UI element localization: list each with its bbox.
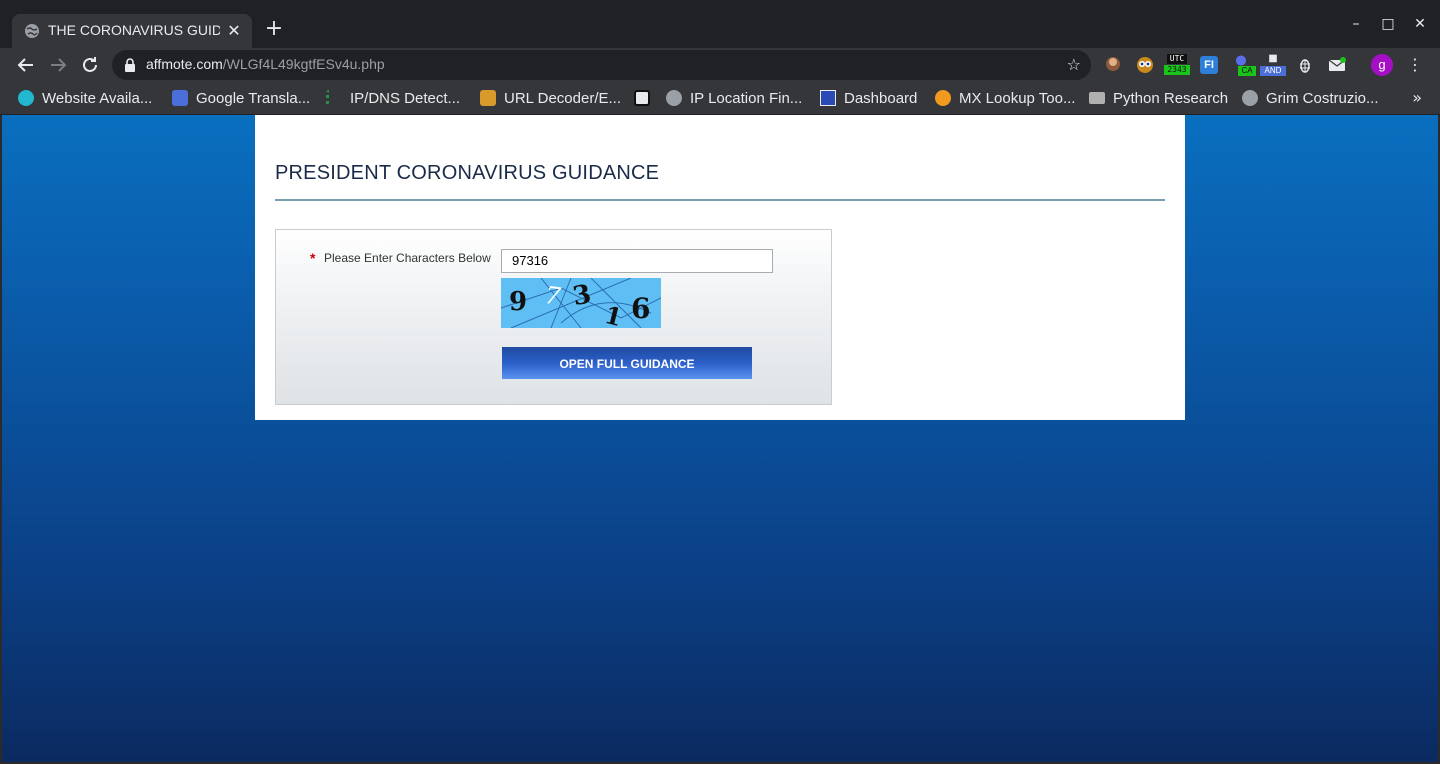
captcha-input[interactable]: 97316 (501, 249, 773, 273)
reload-icon[interactable] (78, 53, 102, 77)
extension-and-icon[interactable]: AND (1260, 54, 1286, 76)
bookmark-label: URL Decoder/E... (504, 89, 621, 107)
bookmarks-overflow-chevron-icon[interactable]: » (1412, 88, 1422, 107)
archive-building-icon (634, 90, 650, 106)
bookmark-ip-location-finder[interactable]: IP Location Fin... (666, 88, 802, 108)
tab-title: THE CORONAVIRUS GUIDANCE (48, 22, 220, 38)
bookmark-label: Website Availa... (42, 89, 153, 107)
folder-icon (1089, 92, 1105, 104)
page-title: PRESIDENT CORONAVIRUS GUIDANCE (275, 162, 660, 184)
extension-ca-icon[interactable]: CA (1230, 54, 1256, 76)
url-host: affmote.com (146, 56, 223, 72)
url-path: /WLGf4L49kgtfESv4u.php (222, 56, 385, 72)
browser-window: THE CORONAVIRUS GUIDANCE ✕ + – □ ✕ affmo… (0, 0, 1440, 764)
bookmark-google-translate[interactable]: Google Transla... (172, 88, 310, 108)
bookmark-folder-python-research[interactable]: Python Research (1089, 88, 1228, 108)
extension-mail-icon[interactable] (1326, 54, 1348, 76)
tiger-icon (480, 90, 496, 106)
utc-time: 2343 (1164, 65, 1190, 75)
bookmark-ip-dns-detect[interactable]: IP/DNS Detect... (326, 88, 460, 108)
menu-dots-icon[interactable]: ⋮ (1404, 54, 1426, 76)
page-viewport: PRESIDENT CORONAVIRUS GUIDANCE * Please … (2, 115, 1438, 762)
bookmark-star-icon[interactable]: ☆ (1067, 55, 1081, 74)
captcha-char: 9 (509, 287, 527, 317)
open-full-guidance-button[interactable]: OPEN FULL GUIDANCE (502, 347, 752, 379)
ca-badge: CA (1238, 66, 1256, 76)
captcha-char: 1 (602, 300, 625, 328)
forward-arrow-icon[interactable] (46, 53, 70, 77)
content-panel: PRESIDENT CORONAVIRUS GUIDANCE * Please … (255, 115, 1185, 420)
new-tab-button[interactable]: + (262, 18, 286, 42)
profile-initial: g (1371, 54, 1393, 76)
close-tab-icon[interactable]: ✕ (224, 21, 244, 41)
url-text[interactable]: affmote.com/WLGf4L49kgtfESv4u.php (146, 56, 385, 72)
title-divider (275, 199, 1165, 201)
tab-strip: THE CORONAVIRUS GUIDANCE ✕ + – □ ✕ (0, 0, 1440, 48)
captcha-form: * Please Enter Characters Below 97316 9 … (275, 229, 832, 405)
extension-bug-icon[interactable] (1294, 54, 1316, 76)
captcha-image: 9 7 3 1 6 (501, 278, 661, 328)
utc-label: UTC (1167, 54, 1187, 64)
bookmark-label: Grim Costruzio... (1266, 89, 1379, 107)
captcha-char: 6 (631, 292, 650, 325)
bookmark-label: Google Transla... (196, 89, 311, 107)
close-window-button[interactable]: ✕ (1406, 12, 1434, 36)
fi-label: FI (1200, 56, 1218, 74)
back-arrow-icon[interactable] (14, 53, 38, 77)
captcha-label: Please Enter Characters Below (324, 251, 491, 265)
bookmark-label: Dashboard (844, 89, 918, 107)
address-bar[interactable]: affmote.com/WLGf4L49kgtfESv4u.php ☆ (112, 50, 1091, 80)
extension-utc-clock-icon[interactable]: UTC 2343 (1164, 54, 1190, 76)
bookmark-label: MX Lookup Too... (959, 89, 1076, 107)
profile-avatar[interactable]: g (1371, 54, 1393, 76)
browser-tab[interactable]: THE CORONAVIRUS GUIDANCE ✕ (12, 14, 252, 48)
browser-toolbar: affmote.com/WLGf4L49kgtfESv4u.php ☆ UTC … (0, 48, 1440, 82)
dashboard-icon (820, 90, 836, 106)
mx-lookup-icon (935, 90, 951, 106)
bookmark-label: IP/DNS Detect... (350, 89, 461, 107)
bookmark-mx-lookup[interactable]: MX Lookup Too... (935, 88, 1075, 108)
bookmark-dashboard[interactable]: Dashboard (820, 88, 917, 108)
bookmarks-bar: Website Availa... Google Transla... IP/D… (0, 82, 1440, 115)
bookmark-label: Python Research (1113, 89, 1229, 107)
bookmark-favicon-icon (326, 90, 342, 106)
bookmark-label: IP Location Fin... (690, 89, 803, 107)
maximize-button[interactable]: □ (1374, 12, 1402, 36)
and-badge: AND (1260, 66, 1286, 76)
translate-icon (172, 90, 188, 106)
window-border-left (0, 115, 2, 764)
lock-icon[interactable] (124, 58, 136, 72)
globe-icon (25, 24, 39, 38)
globe-icon (666, 90, 682, 106)
bookmark-url-decoder[interactable]: URL Decoder/E... (480, 88, 621, 108)
bookmark-grim-costruzioni[interactable]: Grim Costruzio... (1242, 88, 1379, 108)
required-marker: * (310, 250, 316, 266)
extension-fi-icon[interactable]: FI (1198, 54, 1220, 76)
extension-avatar-icon[interactable] (1102, 54, 1124, 76)
bookmark-favicon-icon (18, 90, 34, 106)
bookmark-website-availability[interactable]: Website Availa... (18, 88, 152, 108)
globe-icon (1242, 90, 1258, 106)
extension-owl-icon[interactable] (1134, 54, 1156, 76)
captcha-char: 3 (571, 279, 594, 312)
bookmark-archive[interactable] (634, 88, 658, 108)
minimize-button[interactable]: – (1342, 12, 1370, 36)
